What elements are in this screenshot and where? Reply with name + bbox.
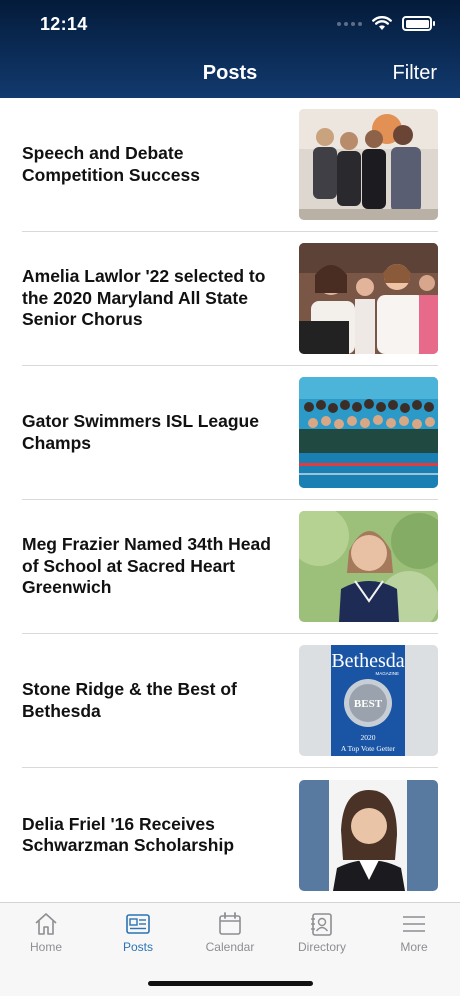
signal-icon [337, 21, 362, 26]
tab-more-label: More [400, 940, 428, 954]
post-thumbnail [299, 511, 438, 622]
post-item[interactable]: Speech and Debate Competition Success [22, 98, 438, 232]
post-thumbnail [299, 779, 438, 891]
tab-calendar-label: Calendar [205, 940, 255, 954]
badge-caption: A Top Vote Getter [341, 744, 396, 753]
posts-list: Speech and Debate Competition Success Am… [0, 98, 460, 902]
status-time: 12:14 [40, 14, 88, 34]
badge-brand: Bethesda [331, 650, 404, 672]
post-title: Stone Ridge & the Best of Bethesda [22, 679, 237, 721]
tab-calendar[interactable]: Calendar [184, 911, 276, 954]
menu-icon [403, 916, 425, 932]
badge-sub: MAGAZINE [375, 671, 399, 676]
post-title: Meg Frazier Named 34th Head of School at… [22, 534, 271, 598]
news-icon [126, 914, 150, 934]
tab-directory[interactable]: Directory [276, 911, 368, 954]
post-thumbnail [299, 243, 438, 354]
post-thumbnail [299, 109, 438, 220]
tab-more[interactable]: More [368, 911, 460, 954]
badge-seal: BEST [354, 698, 383, 710]
post-title: Speech and Debate Competition Success [22, 143, 200, 185]
directory-icon [311, 913, 332, 936]
post-item[interactable]: Delia Friel '16 Receives Schwarzman Scho… [22, 768, 438, 902]
wifi-icon [372, 16, 392, 30]
home-icon [35, 913, 57, 935]
filter-button[interactable]: Filter [393, 62, 437, 85]
battery-icon [402, 16, 435, 31]
page-title: Posts [202, 62, 258, 84]
post-title: Amelia Lawlor '22 selected to the 2020 M… [22, 266, 266, 330]
post-thumbnail: Bethesda MAGAZINE BEST 2020 A Top Vote G… [299, 645, 438, 756]
post-thumbnail [299, 377, 438, 488]
tab-directory-label: Directory [297, 940, 346, 954]
post-item[interactable]: Stone Ridge & the Best of Bethesda Bethe… [22, 634, 438, 768]
tab-posts[interactable]: Posts [92, 911, 184, 954]
tab-posts-label: Posts [122, 940, 153, 954]
post-title: Delia Friel '16 Receives Schwarzman Scho… [22, 813, 235, 856]
post-item[interactable]: Meg Frazier Named 34th Head of School at… [22, 500, 438, 634]
status-icons [337, 16, 435, 31]
post-item[interactable]: Gator Swimmers ISL League Champs [22, 366, 438, 500]
post-item[interactable]: Amelia Lawlor '22 selected to the 2020 M… [22, 232, 438, 366]
post-title: Gator Swimmers ISL League Champs [22, 411, 259, 453]
nav-header: 12:14 Posts Filter [0, 0, 460, 98]
calendar-icon [219, 912, 241, 935]
tab-home[interactable]: Home [0, 911, 92, 954]
home-indicator [148, 981, 313, 986]
tab-home-label: Home [29, 940, 62, 954]
badge-year: 2020 [361, 733, 376, 742]
